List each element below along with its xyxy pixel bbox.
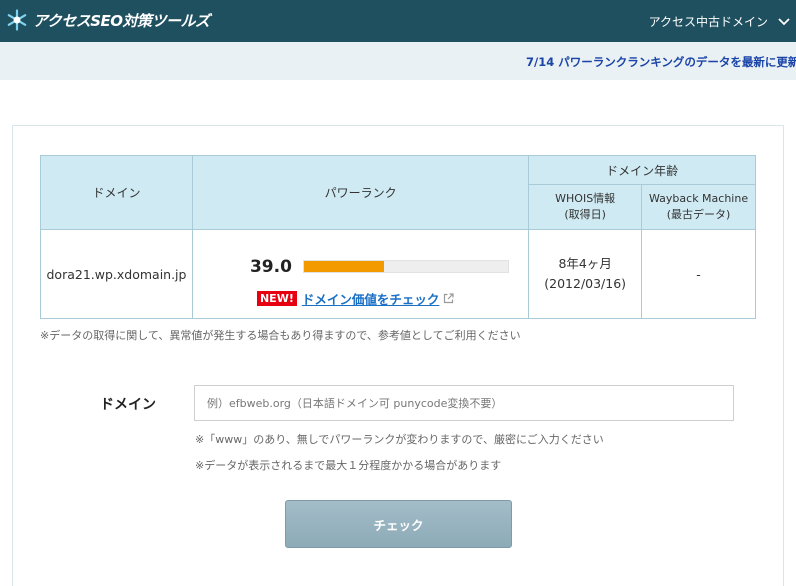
header-wayback: Wayback Machine (最古データ) [641, 184, 756, 230]
cell-domain: dora21.wp.xdomain.jp [40, 229, 193, 319]
new-badge: NEW! [256, 291, 297, 306]
cell-wayback: - [641, 229, 756, 319]
header-domain: ドメイン [40, 155, 193, 230]
header-wayback-sub: (最古データ) [666, 208, 731, 221]
header-power-rank: パワーランク [191, 155, 530, 230]
whois-age: 8年4ヶ月 [558, 256, 612, 271]
domain-input[interactable] [194, 385, 734, 421]
check-button[interactable]: チェック [285, 500, 512, 548]
nav-dropdown-used-domain[interactable]: アクセス中古ドメイン [649, 13, 790, 30]
logo-text: アクセスSEO対策ツールズ [33, 11, 210, 30]
cell-whois: 8年4ヶ月 (2012/03/16) [528, 229, 643, 319]
header-whois-label: WHOIS情報 [555, 192, 616, 206]
power-rank-bar [302, 260, 509, 273]
site-logo[interactable]: アクセスSEO対策ツールズ [6, 9, 210, 31]
power-rank-value: 39.0 [249, 257, 292, 277]
power-rank-wrap: 39.0 NEW! ドメイン価値をチェック [193, 231, 528, 317]
ticker-text[interactable]: 7/14 パワーランクランキングのデータを最新に更新しました [526, 54, 796, 70]
chevron-down-icon [778, 17, 790, 25]
domain-form-label: ドメイン [100, 397, 156, 413]
snowflake-icon [7, 9, 27, 31]
cell-power-rank: 39.0 NEW! ドメイン価値をチェック [191, 229, 530, 319]
power-rank-bar-fill [303, 261, 384, 272]
data-disclaimer: ※データの取得に関して、異常値が発生する場合もあり得ますので、参考値としてご利用… [40, 329, 521, 342]
header-whois-sub: (取得日) [564, 208, 606, 221]
header-domain-age: ドメイン年齢 [528, 155, 756, 185]
external-link-icon[interactable] [443, 293, 454, 304]
result-table: ドメイン パワーランク ドメイン年齢 WHOIS情報 (取得日) Wayback… [40, 155, 756, 319]
main-panel: ドメイン パワーランク ドメイン年齢 WHOIS情報 (取得日) Wayback… [12, 125, 784, 586]
header-wayback-label: Wayback Machine [649, 192, 749, 206]
domain-value-check-link[interactable]: ドメイン価値をチェック [302, 289, 440, 308]
news-ticker: 7/14 パワーランクランキングのデータを最新に更新しました [0, 42, 796, 80]
site-header: アクセスSEO対策ツールズ アクセス中古ドメイン [0, 0, 796, 42]
header-whois: WHOIS情報 (取得日) [528, 184, 643, 230]
www-note: ※「www」のあり、無しでパワーランクが変わりますので、厳密にご入力ください [195, 433, 604, 446]
wait-time-note: ※データが表示されるまで最大１分程度かかる場合があります [195, 459, 502, 472]
value-check-row: NEW! ドメイン価値をチェック [256, 289, 454, 308]
whois-date: (2012/03/16) [544, 276, 627, 291]
table-row: dora21.wp.xdomain.jp 39.0 NEW! ドメイン価値をチェ… [40, 229, 756, 319]
nav-label: アクセス中古ドメイン [648, 15, 768, 29]
